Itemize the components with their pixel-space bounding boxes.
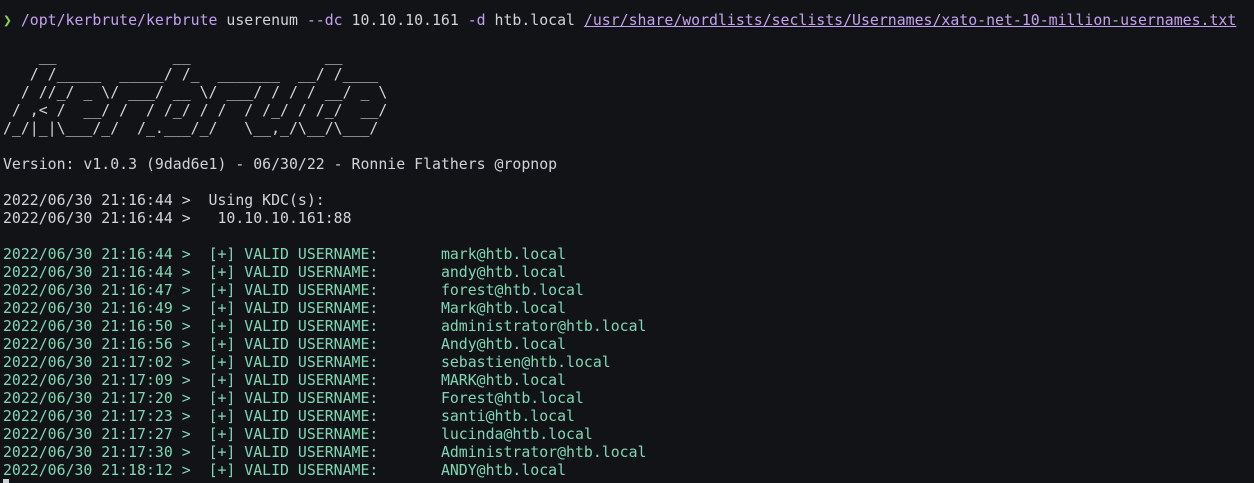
valid-username-row: 2022/06/30 21:17:23 > [+] VALID USERNAME…	[3, 407, 575, 425]
row-valid-prefix: [+] VALID USERNAME:	[208, 353, 379, 371]
next-prompt-line	[3, 479, 1254, 483]
valid-username-row: 2022/06/30 21:16:50 > [+] VALID USERNAME…	[3, 317, 647, 335]
valid-username-row: 2022/06/30 21:17:27 > [+] VALID USERNAME…	[3, 425, 593, 443]
banner-line: __ __ __	[3, 47, 388, 65]
command-domain: htb.local	[494, 11, 575, 29]
row-valid-prefix: [+] VALID USERNAME:	[208, 281, 379, 299]
row-username: mark@htb.local	[440, 245, 567, 263]
row-username: sebastien@htb.local	[440, 353, 611, 371]
row-username: MARK@htb.local	[440, 371, 567, 389]
row-username: Mark@htb.local	[440, 299, 567, 317]
row-timestamp: 2022/06/30 21:16:56	[3, 335, 173, 353]
row-valid-prefix: [+] VALID USERNAME:	[208, 407, 379, 425]
terminal-window[interactable]: ❯ /opt/kerbrute/kerbrute userenum --dc 1…	[0, 0, 1254, 483]
row-valid-prefix: [+] VALID USERNAME:	[208, 425, 379, 443]
banner-line: /_/|_|\___/_/ /_.___/_/ \__,_/\__/\___/	[3, 119, 388, 137]
row-username: administrator@htb.local	[440, 317, 647, 335]
valid-username-row: 2022/06/30 21:17:30 > [+] VALID USERNAME…	[3, 443, 647, 461]
row-timestamp: 2022/06/30 21:17:27	[3, 425, 173, 443]
version-line: Version: v1.0.3 (9dad6e1) - 06/30/22 - R…	[3, 155, 558, 173]
row-timestamp: 2022/06/30 21:17:30	[3, 443, 173, 461]
row-valid-prefix: [+] VALID USERNAME:	[208, 461, 379, 479]
valid-username-row: 2022/06/30 21:16:44 > [+] VALID USERNAME…	[3, 263, 567, 281]
row-timestamp: 2022/06/30 21:17:02	[3, 353, 173, 371]
valid-username-row: 2022/06/30 21:16:47 > [+] VALID USERNAME…	[3, 281, 584, 299]
row-username: lucinda@htb.local	[440, 425, 593, 443]
wordlist-path-link[interactable]: /usr/share/wordlists/seclists/Usernames/…	[584, 11, 1236, 29]
row-valid-prefix: [+] VALID USERNAME:	[208, 389, 379, 407]
results-list: 2022/06/30 21:16:44 > [+] VALID USERNAME…	[3, 245, 1254, 479]
row-timestamp: 2022/06/30 21:16:47	[3, 281, 173, 299]
row-timestamp: 2022/06/30 21:17:20	[3, 389, 173, 407]
command-subcommand: userenum	[226, 11, 298, 29]
valid-username-row: 2022/06/30 21:17:20 > [+] VALID USERNAME…	[3, 389, 584, 407]
kdc-line: 2022/06/30 21:16:44 > Using KDC(s):	[3, 191, 325, 209]
row-valid-prefix: [+] VALID USERNAME:	[208, 245, 379, 263]
valid-username-row: 2022/06/30 21:16:56 > [+] VALID USERNAME…	[3, 335, 567, 353]
row-username: ANDY@htb.local	[440, 461, 567, 479]
valid-username-row: 2022/06/30 21:17:02 > [+] VALID USERNAME…	[3, 353, 611, 371]
row-timestamp: 2022/06/30 21:16:44	[3, 263, 173, 281]
row-username: Administrator@htb.local	[440, 443, 647, 461]
row-timestamp: 2022/06/30 21:16:44	[3, 245, 173, 263]
row-timestamp: 2022/06/30 21:17:09	[3, 371, 173, 389]
valid-username-row: 2022/06/30 21:17:09 > [+] VALID USERNAME…	[3, 371, 567, 389]
command-flag-domain: -d	[467, 11, 486, 29]
command-dc-ip: 10.10.10.161	[351, 11, 459, 29]
row-username: Andy@htb.local	[440, 335, 567, 353]
valid-username-row: 2022/06/30 21:16:49 > [+] VALID USERNAME…	[3, 299, 567, 317]
kdc-line: 2022/06/30 21:16:44 > 10.10.10.161:88	[3, 209, 352, 227]
row-valid-prefix: [+] VALID USERNAME:	[208, 335, 379, 353]
row-username: Forest@htb.local	[440, 389, 584, 407]
row-username: andy@htb.local	[440, 263, 567, 281]
valid-username-row: 2022/06/30 21:18:12 > [+] VALID USERNAME…	[3, 461, 567, 479]
row-username: forest@htb.local	[440, 281, 584, 299]
banner-line: / //_/ _ \/ ___/ __ \/ ___/ / / / __/ _ …	[3, 83, 388, 101]
row-timestamp: 2022/06/30 21:17:23	[3, 407, 173, 425]
row-timestamp: 2022/06/30 21:18:12	[3, 461, 173, 479]
terminal-cursor	[3, 479, 9, 483]
row-timestamp: 2022/06/30 21:16:49	[3, 299, 173, 317]
row-username: santi@htb.local	[440, 407, 575, 425]
valid-username-row: 2022/06/30 21:16:44 > [+] VALID USERNAME…	[3, 245, 567, 263]
row-valid-prefix: [+] VALID USERNAME:	[208, 299, 379, 317]
command-flag-dc: --dc	[306, 11, 343, 29]
banner-line: / /_____ _____/ /_ _______ __/ /____	[3, 65, 388, 83]
row-timestamp: 2022/06/30 21:16:50	[3, 317, 173, 335]
command-executable: /opt/kerbrute/kerbrute	[20, 11, 218, 29]
banner-line: / ,< / __/ / / /_/ / / / /_/ / /_/ __/	[3, 101, 388, 119]
row-valid-prefix: [+] VALID USERNAME:	[208, 317, 379, 335]
prompt-symbol: ❯	[3, 11, 12, 29]
row-valid-prefix: [+] VALID USERNAME:	[208, 443, 379, 461]
row-valid-prefix: [+] VALID USERNAME:	[208, 371, 379, 389]
row-valid-prefix: [+] VALID USERNAME:	[208, 263, 379, 281]
command-line: ❯ /opt/kerbrute/kerbrute userenum --dc 1…	[3, 11, 1254, 29]
